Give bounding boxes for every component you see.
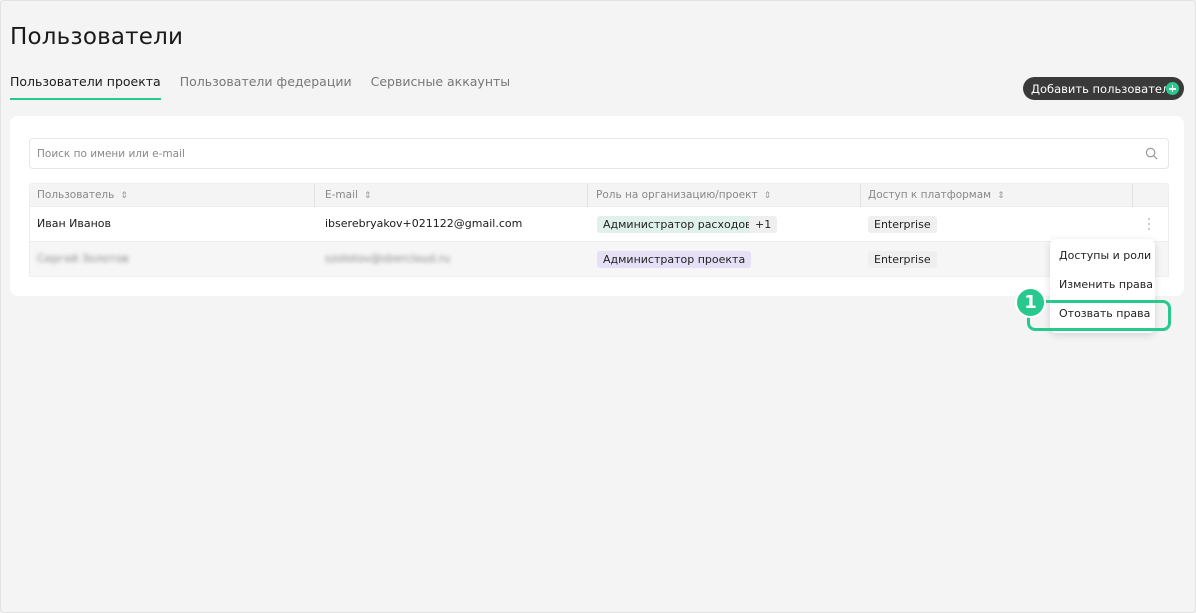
add-user-label: Добавить пользователя bbox=[1031, 81, 1177, 96]
search-icon[interactable] bbox=[1145, 147, 1158, 160]
add-user-button[interactable]: Добавить пользователя bbox=[1023, 77, 1184, 100]
tab-federation-users[interactable]: Пользователи федерации bbox=[180, 74, 352, 100]
table-row[interactable]: Иван Иванов ibserebryakov+021122@gmail.c… bbox=[29, 207, 1169, 242]
sort-icon[interactable]: ⇕ bbox=[120, 191, 128, 201]
role-tag: Администратор расходов bbox=[597, 216, 758, 233]
search-input[interactable] bbox=[30, 139, 1130, 168]
tab-project-users[interactable]: Пользователи проекта bbox=[10, 74, 161, 100]
search-box bbox=[29, 138, 1169, 169]
tab-bar: Пользователи проекта Пользователи федера… bbox=[10, 74, 510, 100]
user-name: Сергей Золотов bbox=[37, 252, 129, 265]
user-name: Иван Иванов bbox=[37, 217, 111, 230]
sort-icon[interactable]: ⇕ bbox=[997, 191, 1005, 201]
table-header: Пользователь ⇕ E-mail ⇕ Роль на организаци… bbox=[29, 183, 1169, 207]
users-table: Пользователь ⇕ E-mail ⇕ Роль на организаци… bbox=[29, 183, 1169, 277]
callout-highlight bbox=[1027, 300, 1171, 331]
role-more-tag[interactable]: +1 bbox=[749, 216, 778, 233]
platform-tag: Enterprise bbox=[868, 216, 937, 233]
column-divider bbox=[587, 184, 588, 207]
sort-icon[interactable]: ⇕ bbox=[764, 191, 772, 201]
plus-circle-icon bbox=[1166, 82, 1179, 95]
column-divider bbox=[860, 184, 861, 207]
user-email: ibserebryakov+021122@gmail.com bbox=[325, 217, 523, 230]
column-header-user[interactable]: Пользователь ⇕ bbox=[37, 189, 128, 201]
menu-item-access-roles[interactable]: Доступы и роли bbox=[1050, 244, 1155, 268]
column-divider bbox=[1132, 184, 1133, 207]
callout-badge: 1 bbox=[1015, 287, 1046, 318]
sort-icon[interactable]: ⇕ bbox=[364, 191, 372, 201]
tab-service-accounts[interactable]: Сервисные аккаунты bbox=[371, 74, 511, 100]
platform-tag: Enterprise bbox=[868, 251, 937, 268]
column-header-platforms[interactable]: Доступ к платформам ⇕ bbox=[868, 189, 1005, 201]
table-row[interactable]: Сергей Золотов szolotov@sbercloud.ru Адм… bbox=[29, 242, 1169, 277]
column-divider bbox=[314, 184, 315, 207]
users-card: Пользователь⇕ E-mail⇕ Роль на организаци… bbox=[10, 116, 1184, 296]
menu-item-change-rights[interactable]: Изменить права bbox=[1050, 273, 1155, 297]
column-header-role[interactable]: Роль на организацию/проект ⇕ bbox=[596, 189, 771, 201]
column-header-email[interactable]: E-mail ⇕ bbox=[325, 189, 371, 201]
role-tag: Администратор проекта bbox=[597, 251, 752, 268]
row-menu-icon[interactable] bbox=[1147, 217, 1151, 231]
page-title: Пользователи bbox=[10, 24, 184, 50]
user-email: szolotov@sbercloud.ru bbox=[325, 252, 451, 265]
